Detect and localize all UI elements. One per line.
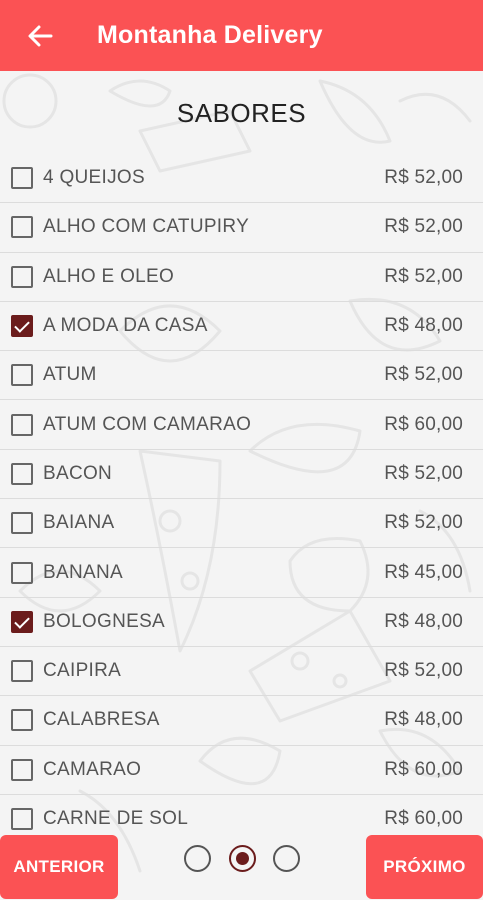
flavor-checkbox[interactable]	[11, 413, 33, 436]
flavor-checkbox[interactable]	[11, 660, 33, 683]
flavor-name: BAIANA	[43, 512, 115, 534]
flavor-checkbox[interactable]	[11, 610, 33, 633]
app-title: Montanha Delivery	[97, 21, 323, 49]
flavor-row[interactable]: 4 QUEIJOS R$ 52,00	[0, 154, 483, 204]
flavor-checkbox[interactable]	[11, 512, 33, 535]
flavor-name: CARNE DE SOL	[43, 808, 189, 829]
step-dot-3[interactable]	[273, 844, 300, 872]
flavor-price: R$ 60,00	[384, 808, 463, 829]
flavor-checkbox[interactable]	[11, 315, 33, 338]
flavor-checkbox[interactable]	[11, 167, 33, 190]
flavor-price: R$ 48,00	[384, 610, 463, 632]
flavor-name: BOLOGNESA	[43, 610, 166, 632]
flavor-price: R$ 48,00	[384, 315, 463, 337]
flavor-row[interactable]: CAIPIRA R$ 52,00	[0, 647, 483, 697]
flavor-row[interactable]: CARNE DE SOL R$ 60,00	[0, 795, 483, 832]
flavor-row[interactable]: ATUM R$ 52,00	[0, 351, 483, 401]
flavor-row[interactable]: BAIANA R$ 52,00	[0, 499, 483, 549]
step-indicator	[184, 843, 300, 873]
step-dot-2[interactable]	[228, 844, 256, 872]
flavor-row[interactable]: BACON R$ 52,00	[0, 450, 483, 500]
flavor-name: BANANA	[43, 561, 123, 583]
flavor-row[interactable]: ALHO COM CATUPIRY R$ 52,00	[0, 203, 483, 253]
previous-button[interactable]: ANTERIOR	[0, 835, 118, 899]
flavor-name: ATUM	[43, 364, 97, 386]
section-title: SABORES	[176, 98, 307, 128]
flavor-price: R$ 45,00	[384, 561, 463, 583]
step-dot-1[interactable]	[184, 844, 211, 872]
flavor-name: CAMARAO	[43, 758, 142, 780]
arrow-left-icon	[28, 25, 53, 46]
flavor-checkbox[interactable]	[11, 561, 33, 584]
flavor-checkbox[interactable]	[11, 709, 33, 732]
flavor-price: R$ 48,00	[384, 709, 463, 731]
flavor-name: CAIPIRA	[43, 660, 122, 682]
flavor-price: R$ 52,00	[384, 364, 463, 386]
flavor-list: 4 QUEIJOS R$ 52,00 ALHO COM CATUPIRY R$ 52,…	[0, 154, 483, 832]
flavor-checkbox[interactable]	[11, 758, 33, 781]
flavor-name: ATUM COM CAMARAO	[43, 413, 252, 435]
flavor-name: A MODA DA CASA	[43, 315, 208, 337]
flavor-price: R$ 52,00	[384, 660, 463, 682]
flavor-row[interactable]: CAMARAO R$ 60,00	[0, 746, 483, 795]
flavor-checkbox[interactable]	[11, 265, 33, 288]
app-bar: Montanha Delivery	[0, 0, 483, 71]
flavor-checkbox[interactable]	[11, 462, 33, 485]
flavor-price: R$ 52,00	[384, 512, 463, 534]
flavor-row[interactable]: ALHO E OLEO R$ 52,00	[0, 253, 483, 302]
flavor-checkbox[interactable]	[11, 364, 33, 387]
flavor-row[interactable]: A MODA DA CASA R$ 48,00	[0, 302, 483, 352]
flavor-row[interactable]: BOLOGNESA R$ 48,00	[0, 598, 483, 647]
flavor-price: R$ 60,00	[384, 758, 463, 780]
back-button[interactable]	[20, 16, 60, 56]
flavor-name: ALHO E OLEO	[43, 265, 175, 287]
flavor-name: BACON	[43, 462, 113, 484]
flavor-checkbox[interactable]	[11, 216, 33, 239]
flavor-price: R$ 52,00	[384, 462, 463, 484]
flavor-name: CALABRESA	[43, 709, 160, 731]
flavor-name: 4 QUEIJOS	[43, 167, 145, 189]
flavor-row[interactable]: CALABRESA R$ 48,00	[0, 696, 483, 746]
flavor-price: R$ 60,00	[384, 413, 463, 435]
flavor-price: R$ 52,00	[384, 216, 463, 238]
flavor-checkbox[interactable]	[11, 808, 33, 830]
next-button[interactable]: PRÓXIMO	[366, 835, 483, 899]
flavor-price: R$ 52,00	[384, 167, 463, 189]
flavor-name: ALHO COM CATUPIRY	[43, 216, 250, 238]
flavor-price: R$ 52,00	[384, 265, 463, 287]
flavor-row[interactable]: BANANA R$ 45,00	[0, 548, 483, 598]
flavor-row[interactable]: ATUM COM CAMARAO R$ 60,00	[0, 400, 483, 450]
